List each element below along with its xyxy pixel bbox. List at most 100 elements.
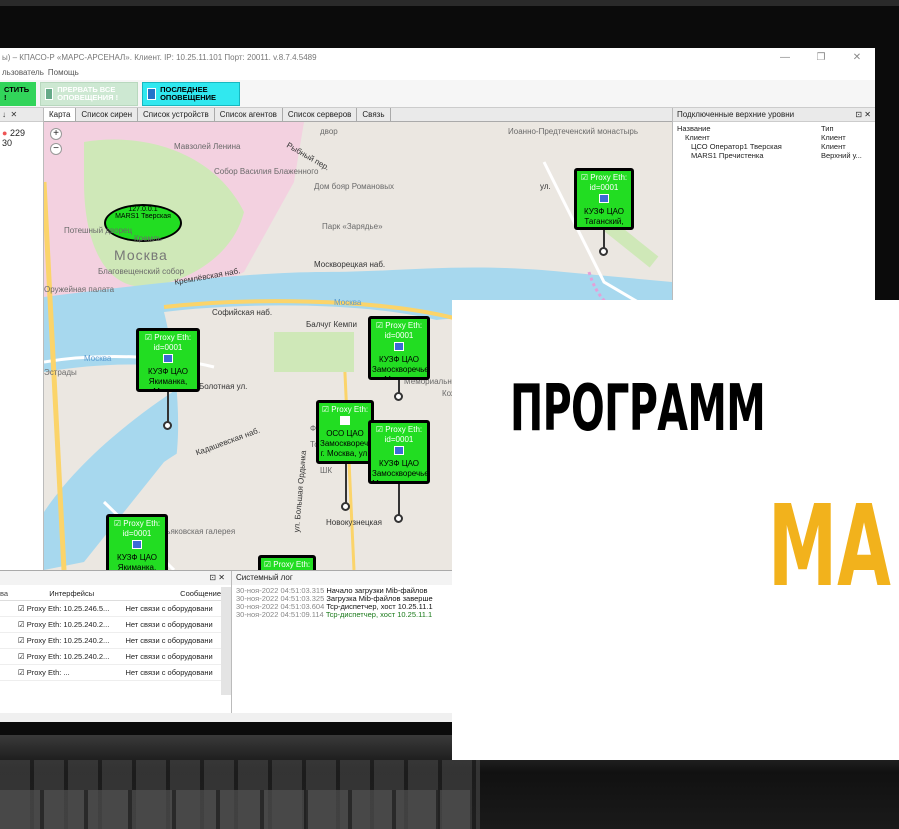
row-message: Нет связи с оборудовани xyxy=(125,668,213,677)
metro-label: Новокузнецкая xyxy=(326,518,382,527)
device-name: КУЗФ ЦАО Замоскворечье, Москва, xyxy=(372,355,430,380)
events-list: ☑ Proxy Eth: 10.25.246.5... Нет связи с о… xyxy=(0,601,221,681)
tab-map[interactable]: Карта xyxy=(44,108,77,121)
left-value: 30 xyxy=(2,138,13,148)
device-icon xyxy=(132,540,142,549)
device-marker[interactable]: ☑ Proxy Eth: id=0001 КУЗФ ЦАО Замоскворе… xyxy=(368,420,430,484)
device-name: КУЗФ ЦАО Якиманка, Москва, xyxy=(116,553,157,570)
pin-panel-icon[interactable]: ⊡ ✕ xyxy=(855,108,871,121)
table-row[interactable]: ☑ Proxy Eth: 10.25.240.2... Нет связи с о… xyxy=(0,633,221,649)
table-row[interactable]: MARS1 Пречистенка Верхний у... xyxy=(677,151,871,160)
alert-icon xyxy=(147,87,157,100)
col-type: Тип xyxy=(821,124,834,133)
events-panel: ⊡ ✕ ва Интерфейсы Сообщение ☑ Proxy Eth:… xyxy=(0,571,232,713)
col-message: Сообщение xyxy=(180,589,221,598)
right-panel-title: Подключенные верхние уровни xyxy=(677,110,795,119)
row-name: ЦСО Оператор1 Тверская xyxy=(691,142,782,151)
zoom-out-icon[interactable]: − xyxy=(50,143,62,155)
left-panel: ↓ ✕ ● 229 30 xyxy=(0,108,44,570)
river-label: Москва xyxy=(84,354,112,363)
window-title: ы) – КПАСО-Р «МАРС-АРСЕНАЛ». Клиент. IP:… xyxy=(2,52,317,62)
device-icon xyxy=(163,354,173,363)
pin-line xyxy=(398,484,400,516)
menu-user[interactable]: льзователь xyxy=(2,66,44,80)
pin-line xyxy=(167,392,169,422)
river-label: Москва xyxy=(334,298,362,307)
device-marker[interactable]: ☑ Proxy Eth: ОСО ЦАО Замоскворечье г. Мо… xyxy=(316,400,374,464)
promo-brand: МА xyxy=(768,482,891,612)
pin-dot xyxy=(163,421,172,430)
pin-dot xyxy=(341,502,350,511)
device-icon xyxy=(394,446,404,455)
server-name: MARS1 Тверская xyxy=(115,213,171,220)
table-header: Название Тип xyxy=(677,124,871,133)
menu-help[interactable]: Помощь xyxy=(48,66,79,80)
map-label: Дом бояр Романовых xyxy=(314,182,394,191)
abort-all-button[interactable]: ПРЕРВАТЬ ВСЕ ОПОВЕЩЕНИЯ ! xyxy=(40,81,138,106)
pin-line xyxy=(345,464,347,504)
device-header: ☑ Proxy Eth: id=0001 xyxy=(113,519,161,538)
events-columns: ва Интерфейсы Сообщение xyxy=(0,587,221,601)
tab-servers[interactable]: Список серверов xyxy=(283,108,358,121)
system-log-title: Системный лог xyxy=(236,573,293,582)
pin-line xyxy=(603,230,605,248)
device-icon xyxy=(599,194,609,203)
device-marker[interactable]: ☑ Proxy Eth: id=0001 КУЗФ ЦАО Якиманка, … xyxy=(136,328,200,392)
minimize-icon[interactable]: — xyxy=(767,52,803,63)
close-icon[interactable]: ✕ xyxy=(839,52,875,63)
row-interface: ☑ Proxy Eth: 10.25.240.2... xyxy=(17,652,110,661)
table-row[interactable]: ☑ Proxy Eth: ... Нет связи с оборудовани xyxy=(0,665,221,681)
device-marker[interactable]: ☑ Proxy Eth: id=0001 КУЗФ ЦАО Таганский,… xyxy=(574,168,634,230)
map-label: Собор Василия Блаженного xyxy=(214,167,319,176)
table-row[interactable]: ЦСО Оператор1 Тверская Клиент xyxy=(677,142,871,151)
menu-bar: льзователь Помощь xyxy=(0,66,875,80)
levels-table: Название Тип Клиент Клиент ЦСО Оператор1… xyxy=(673,122,875,162)
events-header: ⊡ ✕ xyxy=(0,571,231,585)
col-interfaces: Интерфейсы xyxy=(49,589,95,598)
table-row[interactable]: ☑ Proxy Eth: 10.25.240.2... Нет связи с о… xyxy=(0,649,221,665)
warning-icon xyxy=(340,416,350,425)
row-interface: ☑ Proxy Eth: 10.25.240.2... xyxy=(17,620,110,629)
col-name: Название xyxy=(677,124,711,133)
device-marker[interactable]: ☑ Proxy Eth: xyxy=(258,555,316,570)
tab-devices[interactable]: Список устройств xyxy=(138,108,215,121)
tab-sirens[interactable]: Список сирен xyxy=(76,108,139,121)
row-name: Клиент xyxy=(685,133,710,142)
device-marker[interactable]: ☑ Proxy Eth: id=0001 КУЗФ ЦАО Замоскворе… xyxy=(368,316,430,380)
device-marker[interactable]: ☑ Proxy Eth: id=0001 КУЗФ ЦАО Якиманка, … xyxy=(106,514,168,570)
table-row[interactable]: ☑ Proxy Eth: 10.25.246.5... Нет связи с о… xyxy=(0,601,221,617)
events-scrollbar[interactable] xyxy=(221,587,231,695)
row-interface: ☑ Proxy Eth: 10.25.246.5... xyxy=(17,604,110,613)
device-header: ☑ Proxy Eth: xyxy=(263,560,311,569)
map-label: Оружейная палата xyxy=(44,285,115,294)
device-name: КУЗФ ЦАО Таганский, Москва, xyxy=(583,207,624,226)
server-ip: 127.0.0.1 xyxy=(128,206,158,213)
left-panel-header: ↓ ✕ xyxy=(0,108,43,122)
last-alert-button[interactable]: ПОСЛЕДНЕЕ ОПОВЕЩЕНИЕ xyxy=(142,81,240,106)
left-value: 229 xyxy=(9,128,25,138)
map-label: Потешный дворец xyxy=(64,226,133,235)
stop-icon xyxy=(45,87,54,100)
status-dot-icon: ● xyxy=(2,128,8,138)
device-header: ☑ Proxy Eth: id=0001 xyxy=(144,333,192,352)
restore-icon[interactable]: ❐ xyxy=(803,52,839,63)
map-label: Иоанно-Предтеченский монастырь xyxy=(508,127,639,136)
row-type: Верхний у... xyxy=(821,151,862,160)
city-label: Москва xyxy=(114,247,168,263)
map-label: Мавзолей Ленина xyxy=(174,142,241,151)
device-header: ☑ Proxy Eth: id=0001 xyxy=(580,173,628,192)
zoom-in-icon[interactable]: + xyxy=(50,128,62,140)
start-button[interactable]: СТИТЬ ! xyxy=(0,81,36,106)
table-row[interactable]: Клиент Клиент xyxy=(677,133,871,142)
row-message: Нет связи с оборудовани xyxy=(125,636,213,645)
map-label: Кремль xyxy=(134,234,162,243)
keyboard-row xyxy=(0,790,470,829)
map-label: Эстрады xyxy=(44,368,77,377)
street-label: Софийская наб. xyxy=(212,308,273,317)
toolbar: СТИТЬ ! ПРЕРВАТЬ ВСЕ ОПОВЕЩЕНИЯ ! ПОСЛЕД… xyxy=(0,80,875,108)
tab-connection[interactable]: Связь xyxy=(357,108,391,121)
table-row[interactable]: ☑ Proxy Eth: 10.25.240.2... Нет связи с о… xyxy=(0,617,221,633)
tab-agents[interactable]: Список агентов xyxy=(215,108,283,121)
pin-dot xyxy=(394,392,403,401)
map-label: двор xyxy=(320,127,338,136)
